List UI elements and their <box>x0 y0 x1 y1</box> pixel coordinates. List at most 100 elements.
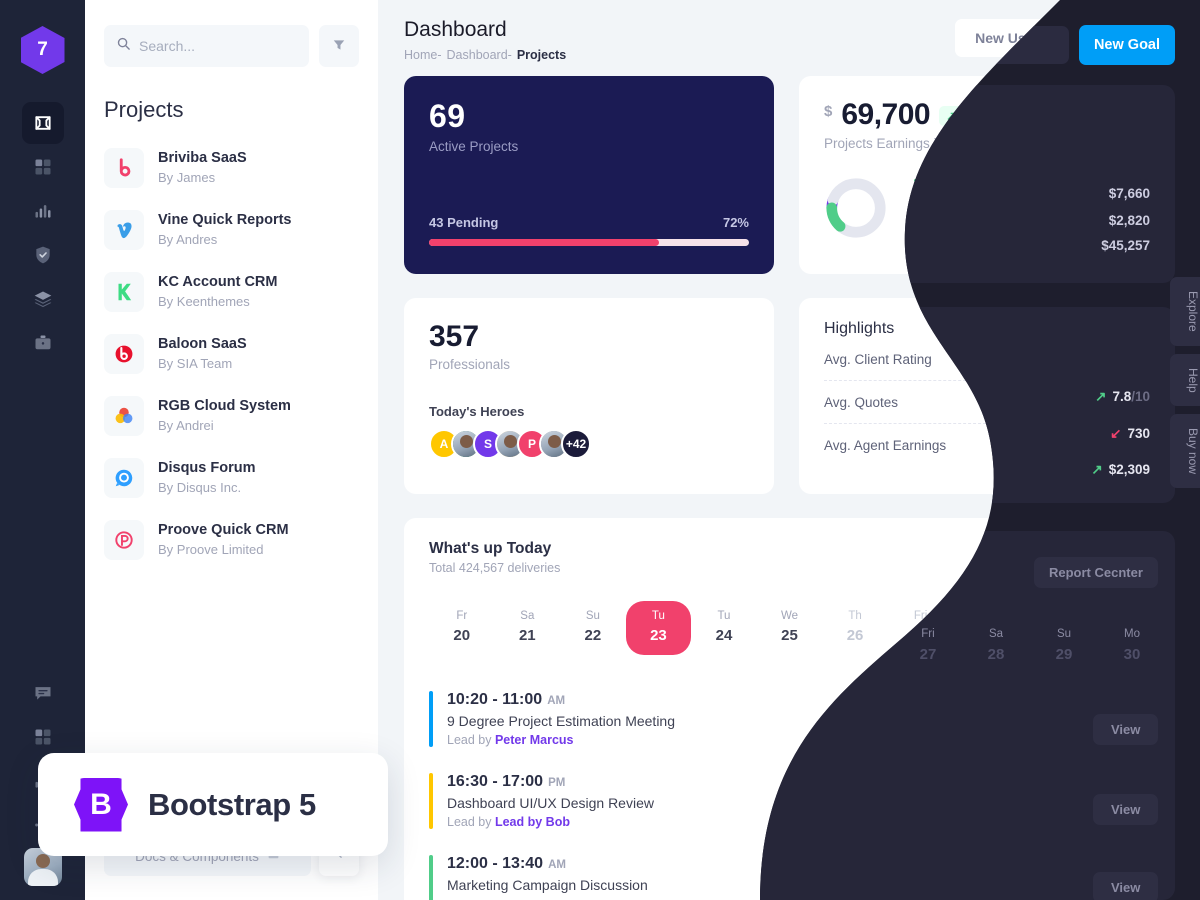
layers-icon <box>33 289 53 309</box>
dark-event-view-button[interactable]: View <box>1093 794 1158 825</box>
earnings-donut-chart <box>826 177 886 238</box>
day-number: 29 <box>1055 646 1073 663</box>
project-name: KC Account CRM <box>158 274 278 291</box>
day-of-week: Th <box>848 610 862 622</box>
rail-item-security[interactable] <box>22 234 64 276</box>
day-of-week: Fr <box>456 610 468 622</box>
event-body: 10:20 - 11:00 AM 9 Degree Project Estimat… <box>447 691 675 747</box>
event-time-row: 16:30 - 17:00 PM <box>447 773 654 791</box>
shield-check-icon <box>33 245 53 265</box>
dark-day-cell[interactable]: Sa 28 <box>962 628 1030 663</box>
breadcrumb-item[interactable]: Home- <box>404 48 442 62</box>
bootstrap-logo-icon: B <box>74 777 128 832</box>
day-cell[interactable]: Tu 24 <box>691 601 757 655</box>
event-lead-prefix: Lead by <box>447 815 495 829</box>
side-tab-explore[interactable]: Explore <box>1170 277 1200 346</box>
project-owner: By Andres <box>158 231 218 247</box>
dark-day-cell[interactable]: Mo 30 <box>1098 628 1166 663</box>
projects-icon <box>33 113 53 133</box>
grid-icon <box>33 727 53 747</box>
earnings-value: 69,700 <box>841 98 931 131</box>
day-cell[interactable]: Fr 20 <box>429 601 495 655</box>
dark-event-view-button[interactable]: View <box>1093 872 1158 900</box>
rail-item-messages[interactable] <box>22 672 64 714</box>
dark-report-center-button[interactable]: Report Cecnter <box>1034 557 1158 588</box>
day-of-week: Tu <box>651 610 665 622</box>
app-logo[interactable]: 7 <box>20 26 65 74</box>
avatar-more-count[interactable]: +42 <box>561 429 591 459</box>
breadcrumb: Home- Dashboard- Projects <box>404 48 566 62</box>
project-logo <box>104 520 144 560</box>
list-item[interactable]: RGB Cloud System By Andrei <box>104 385 359 447</box>
project-owner: By Keenthemes <box>158 293 250 309</box>
professionals-card: 357 Professionals Today's Heroes A S P +… <box>404 298 774 494</box>
project-logo <box>104 458 144 498</box>
dark-new-goal-button[interactable]: New Goal <box>1079 25 1175 65</box>
day-number: 27 <box>919 646 937 663</box>
day-cell[interactable]: Sa 21 <box>495 601 561 655</box>
avatar-initial: A <box>439 437 449 451</box>
project-name: Proove Quick CRM <box>158 522 289 539</box>
rail-item-work[interactable] <box>22 322 64 364</box>
side-tab-buy-now[interactable]: Buy now <box>1170 414 1200 489</box>
day-number: 26 <box>846 627 864 644</box>
rail-item-reports[interactable] <box>22 190 64 232</box>
rail-item-apps[interactable] <box>22 716 64 758</box>
list-item[interactable]: Baloon SaaS By SIA Team <box>104 323 359 385</box>
avatar-initial: P <box>527 437 536 451</box>
project-owner: By Andrei <box>158 417 214 433</box>
dark-amount-value: $45,257 <box>1101 238 1150 253</box>
projects-list: Briviba SaaS By James Vine Quick Reports… <box>85 137 378 571</box>
list-item[interactable]: Briviba SaaS By James <box>104 137 359 199</box>
day-number: 30 <box>1123 646 1141 663</box>
bootstrap-badge-label: Bootstrap 5 <box>148 786 316 822</box>
day-cell-selected[interactable]: Tu 23 <box>625 601 692 655</box>
search-input[interactable] <box>139 38 297 54</box>
project-logo <box>104 334 144 374</box>
day-cell[interactable]: Th 26 <box>822 601 888 655</box>
filter-button[interactable] <box>319 25 359 67</box>
app-logo-text: 7 <box>37 39 48 60</box>
project-owner: By Disqus Inc. <box>158 479 242 495</box>
event-lead-name[interactable]: Lead by Bob <box>495 815 570 829</box>
project-logo <box>104 396 144 436</box>
project-logo <box>104 272 144 312</box>
bootstrap-badge[interactable]: B Bootstrap 5 <box>38 753 388 856</box>
event-color-bar <box>429 855 433 900</box>
search-box[interactable] <box>104 25 309 67</box>
list-item[interactable]: Proove Quick CRM By Proove Limited <box>104 509 359 571</box>
rail-item-dashboards[interactable] <box>22 146 64 188</box>
dark-day-cell[interactable]: Su 29 <box>1030 628 1098 663</box>
project-name: Briviba SaaS <box>158 150 247 167</box>
list-item[interactable]: Vine Quick Reports By Andres <box>104 199 359 261</box>
event-lead-prefix: Lead by <box>447 733 495 747</box>
dark-amount-value: $2,820 <box>1108 213 1150 228</box>
event-time: 10:20 - 11:00 <box>447 691 543 708</box>
event-ampm: AM <box>548 859 566 871</box>
avatar-initial: S <box>483 437 492 451</box>
day-cell[interactable]: We 25 <box>757 601 823 655</box>
grid-icon <box>33 157 53 177</box>
dark-event-view-button[interactable]: View <box>1093 714 1158 745</box>
event-title: Marketing Campaign Discussion <box>447 877 648 893</box>
day-number: 23 <box>650 627 667 644</box>
dark-amount-value: $7,660 <box>1108 186 1150 201</box>
breadcrumb-item[interactable]: Dashboard- <box>447 48 512 62</box>
progress-fill <box>429 239 660 246</box>
side-tab-help[interactable]: Help <box>1170 353 1200 407</box>
chat-icon <box>33 683 53 703</box>
event-lead-name[interactable]: Peter Marcus <box>495 733 574 747</box>
search-icon <box>116 36 131 56</box>
dark-highlight-value: ↙ 730 <box>1040 426 1150 442</box>
trend-up-icon: ↗ <box>1091 462 1103 477</box>
list-item[interactable]: KC Account CRM By Keenthemes <box>104 261 359 323</box>
list-item[interactable]: Disqus Forum By Disqus Inc. <box>104 447 359 509</box>
rail-item-projects[interactable] <box>21 102 64 144</box>
dark-highlight-value: ↗ $2,309 <box>1032 462 1150 478</box>
bar-chart-icon <box>33 201 53 221</box>
rail-item-layers[interactable] <box>22 278 64 320</box>
pending-label: 43 Pending <box>429 215 499 230</box>
day-of-week: Tu <box>717 610 731 622</box>
day-of-week: Sa <box>988 628 1004 640</box>
day-cell[interactable]: Su 22 <box>560 601 626 655</box>
